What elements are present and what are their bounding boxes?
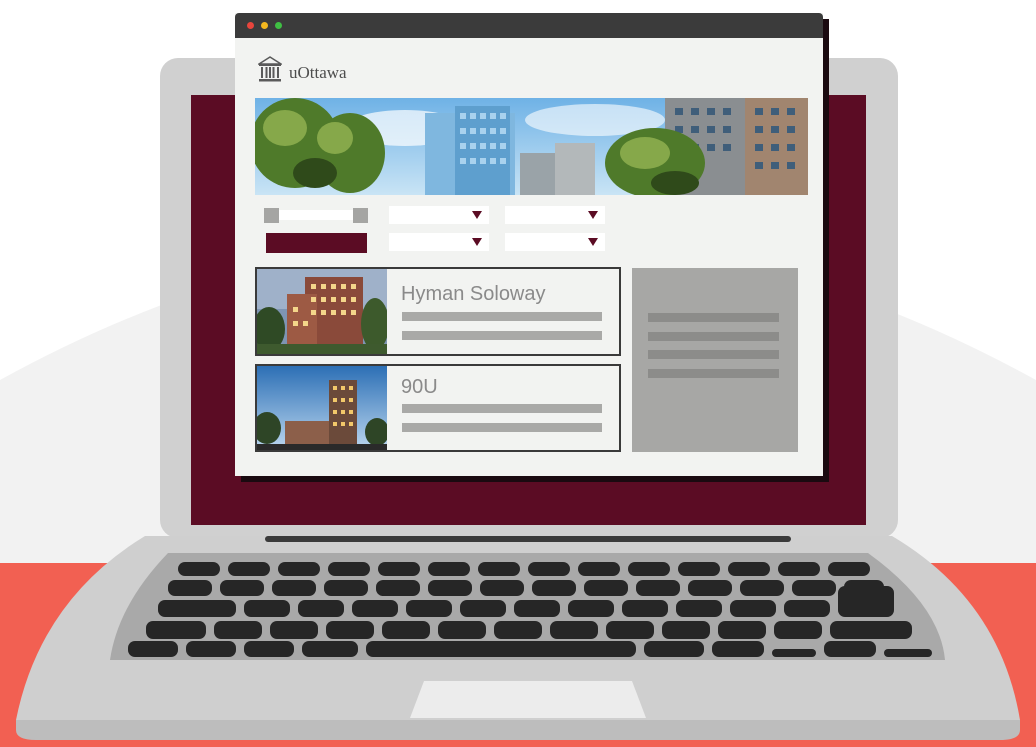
key bbox=[244, 641, 294, 657]
slider-handle-max[interactable] bbox=[353, 208, 368, 223]
key bbox=[382, 621, 430, 639]
placeholder-text-line bbox=[402, 312, 602, 321]
caret-down-icon bbox=[472, 211, 482, 219]
key bbox=[228, 562, 270, 576]
key bbox=[824, 641, 876, 657]
key bbox=[352, 600, 398, 617]
key bbox=[636, 580, 680, 596]
key bbox=[778, 562, 820, 576]
key bbox=[428, 580, 472, 596]
maximize-window-button[interactable] bbox=[275, 22, 282, 29]
caret-down-icon bbox=[472, 238, 482, 246]
key bbox=[676, 600, 722, 617]
dropdown-3[interactable] bbox=[389, 233, 489, 251]
key bbox=[772, 649, 816, 657]
key bbox=[718, 621, 766, 639]
key bbox=[278, 562, 320, 576]
search-button[interactable] bbox=[266, 233, 367, 253]
key bbox=[328, 562, 370, 576]
dropdown-1[interactable] bbox=[389, 206, 489, 224]
key bbox=[688, 580, 732, 596]
key bbox=[270, 621, 318, 639]
key bbox=[158, 600, 236, 617]
placeholder-text-line bbox=[648, 369, 779, 378]
key bbox=[644, 641, 704, 657]
key bbox=[146, 621, 206, 639]
key bbox=[728, 562, 770, 576]
listing-title[interactable]: Hyman Soloway bbox=[401, 283, 546, 306]
key bbox=[220, 580, 264, 596]
key bbox=[178, 562, 220, 576]
minimize-window-button[interactable] bbox=[261, 22, 268, 29]
key bbox=[324, 580, 368, 596]
price-range-slider[interactable] bbox=[264, 208, 368, 223]
placeholder-text-line bbox=[648, 332, 779, 341]
key bbox=[884, 649, 932, 657]
key bbox=[406, 600, 452, 617]
key bbox=[378, 562, 420, 576]
dropdown-4[interactable] bbox=[505, 233, 605, 251]
key bbox=[494, 621, 542, 639]
key bbox=[606, 621, 654, 639]
browser-titlebar bbox=[235, 13, 823, 38]
key bbox=[662, 621, 710, 639]
key bbox=[302, 641, 358, 657]
key bbox=[186, 641, 236, 657]
key bbox=[168, 580, 212, 596]
key bbox=[528, 562, 570, 576]
key bbox=[376, 580, 420, 596]
key bbox=[584, 580, 628, 596]
dropdown-2[interactable] bbox=[505, 206, 605, 224]
key bbox=[214, 621, 262, 639]
key bbox=[622, 600, 668, 617]
close-window-button[interactable] bbox=[247, 22, 254, 29]
key bbox=[792, 580, 836, 596]
key bbox=[828, 562, 870, 576]
placeholder-text-line bbox=[402, 423, 602, 432]
key bbox=[838, 586, 894, 617]
key bbox=[678, 562, 720, 576]
key bbox=[774, 621, 822, 639]
listing-card[interactable]: Hyman Soloway bbox=[255, 267, 621, 356]
placeholder-text-line bbox=[648, 313, 779, 322]
key bbox=[628, 562, 670, 576]
key bbox=[568, 600, 614, 617]
key bbox=[730, 600, 776, 617]
key bbox=[478, 562, 520, 576]
key bbox=[532, 580, 576, 596]
key bbox=[550, 621, 598, 639]
placeholder-text-line bbox=[402, 331, 602, 340]
key bbox=[784, 600, 830, 617]
key bbox=[244, 600, 290, 617]
key bbox=[740, 580, 784, 596]
hero-banner-image bbox=[255, 98, 808, 195]
placeholder-text-line bbox=[402, 404, 602, 413]
key bbox=[128, 641, 178, 657]
key bbox=[366, 641, 636, 657]
logo-text[interactable]: uOttawa bbox=[289, 63, 347, 83]
key bbox=[298, 600, 344, 617]
slider-handle-min[interactable] bbox=[264, 208, 279, 223]
side-panel bbox=[632, 268, 798, 452]
caret-down-icon bbox=[588, 238, 598, 246]
residence-photo bbox=[257, 366, 387, 450]
key bbox=[578, 562, 620, 576]
key bbox=[428, 562, 470, 576]
key bbox=[830, 621, 912, 639]
key bbox=[480, 580, 524, 596]
key bbox=[326, 621, 374, 639]
key bbox=[712, 641, 764, 657]
key bbox=[460, 600, 506, 617]
caret-down-icon bbox=[588, 211, 598, 219]
residence-photo bbox=[257, 269, 387, 354]
building-columns-icon bbox=[258, 56, 282, 82]
key bbox=[438, 621, 486, 639]
listing-title[interactable]: 90U bbox=[401, 376, 438, 399]
listing-card[interactable]: 90U bbox=[255, 364, 621, 452]
key bbox=[514, 600, 560, 617]
placeholder-text-line bbox=[648, 350, 779, 359]
key bbox=[272, 580, 316, 596]
browser-window: uOttawa Hyman Soloway 90U bbox=[235, 13, 823, 476]
